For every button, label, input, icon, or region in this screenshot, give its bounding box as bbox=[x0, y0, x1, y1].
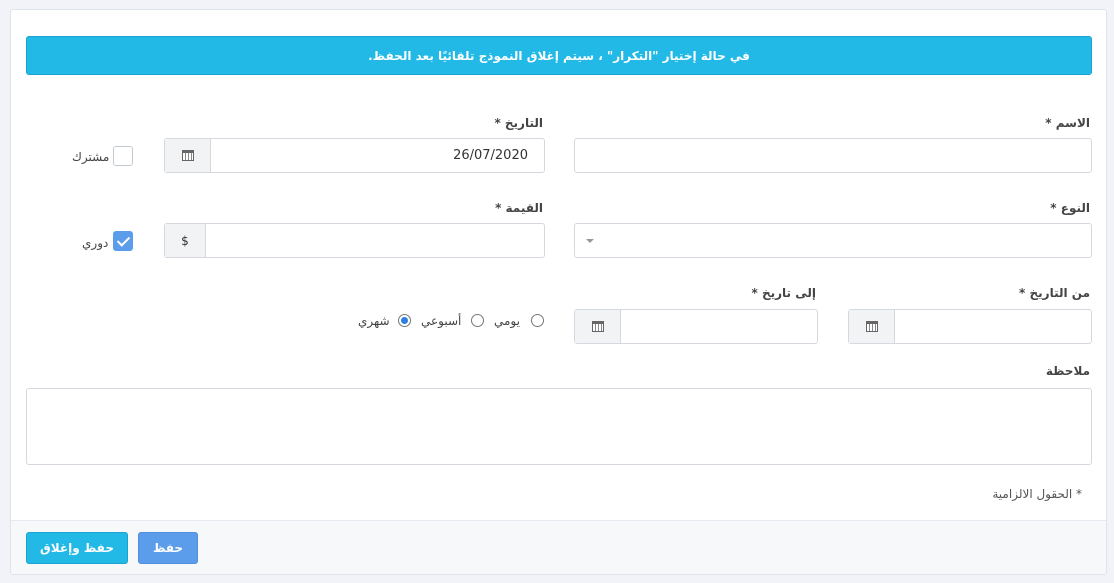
from-date-calendar-button[interactable] bbox=[849, 310, 895, 343]
date-input[interactable]: 26/07/2020 bbox=[164, 138, 545, 173]
from-date-label: من التاريخ * bbox=[1019, 286, 1090, 300]
note-label: ملاحظة bbox=[1045, 364, 1090, 378]
calendar-icon bbox=[181, 150, 194, 161]
shared-checkbox[interactable] bbox=[113, 146, 133, 166]
alert-text: في حالة إختيار "التكرار" ، سيتم إغلاق ال… bbox=[368, 48, 750, 63]
form-footer: حفظ حفظ وإغلاق bbox=[11, 520, 1106, 574]
recurring-label: دوري bbox=[82, 236, 109, 250]
amount-input[interactable]: $ bbox=[164, 223, 545, 258]
radio-daily-label: يومي bbox=[494, 314, 520, 328]
amount-label: القيمة * bbox=[495, 201, 543, 215]
to-date-calendar-button[interactable] bbox=[575, 310, 621, 343]
radio-monthly-label: شهري bbox=[358, 314, 390, 328]
name-label: الاسم * bbox=[1045, 116, 1090, 130]
date-calendar-button[interactable] bbox=[165, 139, 211, 172]
calendar-icon bbox=[591, 321, 604, 332]
to-date-label: إلى تاريخ * bbox=[751, 286, 816, 300]
shared-label: مشترك bbox=[72, 150, 110, 164]
chevron-down-icon bbox=[586, 239, 594, 243]
name-input[interactable] bbox=[574, 138, 1092, 173]
form-card: في حالة إختيار "التكرار" ، سيتم إغلاق ال… bbox=[10, 9, 1107, 575]
note-textarea[interactable] bbox=[26, 388, 1092, 465]
currency-addon: $ bbox=[165, 224, 206, 257]
info-alert: في حالة إختيار "التكرار" ، سيتم إغلاق ال… bbox=[26, 36, 1092, 75]
required-fields-note: * الحقول الالزامية bbox=[992, 487, 1082, 501]
from-date-input[interactable] bbox=[848, 309, 1092, 344]
save-button[interactable]: حفظ bbox=[138, 532, 198, 564]
save-and-close-button[interactable]: حفظ وإغلاق bbox=[26, 532, 128, 564]
calendar-icon bbox=[865, 321, 878, 332]
recurring-checkbox[interactable] bbox=[113, 231, 133, 251]
date-label: التاريخ * bbox=[494, 116, 543, 130]
radio-weekly[interactable] bbox=[471, 314, 484, 327]
type-label: النوع * bbox=[1050, 201, 1090, 215]
to-date-input[interactable] bbox=[574, 309, 818, 344]
radio-monthly[interactable] bbox=[398, 314, 411, 327]
radio-daily[interactable] bbox=[531, 314, 544, 327]
radio-weekly-label: أسبوعي bbox=[421, 314, 462, 328]
dollar-icon: $ bbox=[181, 233, 189, 248]
type-select[interactable] bbox=[574, 223, 1092, 258]
date-value: 26/07/2020 bbox=[453, 148, 528, 163]
